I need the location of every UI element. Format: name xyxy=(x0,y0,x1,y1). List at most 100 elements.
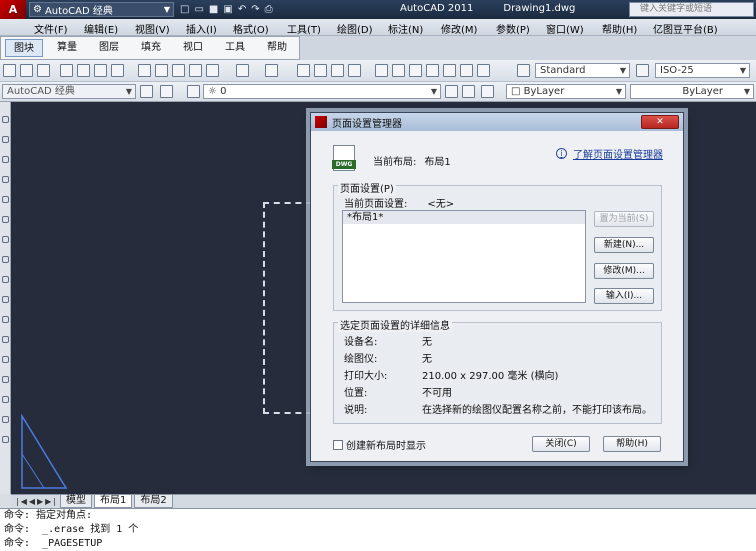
search-input[interactable]: 键入关键字或短语 xyxy=(629,2,754,17)
workspace-settings-icon[interactable] xyxy=(140,85,153,98)
plot-icon[interactable]: ⎙ xyxy=(265,4,273,15)
point-icon[interactable] xyxy=(2,376,9,383)
list-item[interactable]: *布局1* xyxy=(343,211,585,224)
tab-tools[interactable]: 工具 xyxy=(217,39,253,57)
menu-format[interactable]: 格式(O) xyxy=(233,21,269,36)
dim-style-icon[interactable] xyxy=(636,64,649,77)
help-button[interactable]: 帮助(H) xyxy=(603,436,661,452)
set-current-button[interactable]: 置为当前(S) xyxy=(594,211,654,227)
quickcalc-icon[interactable] xyxy=(460,64,473,77)
tab-help[interactable]: 帮助 xyxy=(259,39,295,57)
block-editor-icon[interactable] xyxy=(206,64,219,77)
revision-cloud-icon[interactable] xyxy=(2,256,9,263)
zoom-realtime-icon[interactable] xyxy=(314,64,327,77)
menu-help[interactable]: 帮助(H) xyxy=(602,21,637,36)
show-on-new-layout-checkbox[interactable]: 创建新布局时显示 xyxy=(333,437,426,452)
redo-icon[interactable] xyxy=(265,64,278,77)
menu-platform[interactable]: 亿图豆平台(B) xyxy=(653,21,718,36)
workspace-dropdown[interactable]: AutoCAD 经典 ▼ xyxy=(2,84,136,99)
menu-draw[interactable]: 绘图(D) xyxy=(337,21,373,36)
tab-layers[interactable]: 图层 xyxy=(91,39,127,57)
polyline-icon[interactable] xyxy=(2,156,9,163)
dialog-close-button[interactable]: ✕ xyxy=(641,115,679,129)
menu-insert[interactable]: 插入(I) xyxy=(186,21,217,36)
undo-icon[interactable] xyxy=(236,64,249,77)
tool-palettes-icon[interactable] xyxy=(409,64,422,77)
tab-hatch[interactable]: 填充 xyxy=(133,39,169,57)
menu-dimension[interactable]: 标注(N) xyxy=(388,21,423,36)
undo-icon[interactable]: ↶ xyxy=(238,4,246,15)
open-file-icon[interactable]: ▭ xyxy=(194,4,203,15)
zoom-previous-icon[interactable] xyxy=(348,64,361,77)
make-block-icon[interactable] xyxy=(2,356,9,363)
menu-view[interactable]: 视图(V) xyxy=(135,21,170,36)
import-button[interactable]: 输入(I)... xyxy=(594,288,654,304)
hatch-icon[interactable] xyxy=(2,396,9,403)
properties-icon[interactable] xyxy=(375,64,388,77)
arc-icon[interactable] xyxy=(2,216,9,223)
workspace-select[interactable]: ⚙ AutoCAD 经典 ▼ xyxy=(29,2,174,17)
mtext-icon[interactable] xyxy=(2,436,9,443)
save-icon[interactable]: ■ xyxy=(209,4,218,15)
layer-icon[interactable] xyxy=(187,85,200,98)
tab-quantity[interactable]: 算量 xyxy=(49,39,85,57)
open-icon[interactable] xyxy=(20,64,33,77)
copy-icon[interactable] xyxy=(155,64,168,77)
layer-previous-icon[interactable] xyxy=(462,85,475,98)
3d-dwf-icon[interactable] xyxy=(111,64,124,77)
tab-layout1[interactable]: 布局1 xyxy=(94,495,133,508)
spline-icon[interactable] xyxy=(2,276,9,283)
print-preview-icon[interactable] xyxy=(77,64,90,77)
rectangle-icon[interactable] xyxy=(2,196,9,203)
dim-style-select[interactable]: ISO-25 ▼ xyxy=(655,63,750,78)
layer-states-icon[interactable] xyxy=(481,85,494,98)
save-icon[interactable] xyxy=(37,64,50,77)
menu-edit[interactable]: 编辑(E) xyxy=(84,21,118,36)
markup-icon[interactable] xyxy=(443,64,456,77)
help-link-text[interactable]: 了解页面设置管理器 xyxy=(573,146,663,161)
design-center-icon[interactable] xyxy=(392,64,405,77)
linetype-select[interactable]: ByLayer ▼ xyxy=(630,84,754,99)
text-style-select[interactable]: Standard ▼ xyxy=(535,63,630,78)
redo-icon[interactable]: ↷ xyxy=(251,4,259,15)
cut-icon[interactable] xyxy=(138,64,151,77)
menu-modify[interactable]: 修改(M) xyxy=(441,21,477,36)
pan-icon[interactable] xyxy=(297,64,310,77)
ellipse-icon[interactable] xyxy=(2,296,9,303)
publish-icon[interactable] xyxy=(94,64,107,77)
match-properties-icon[interactable] xyxy=(189,64,202,77)
menu-window[interactable]: 窗口(W) xyxy=(546,21,584,36)
ellipse-arc-icon[interactable] xyxy=(2,316,9,323)
menu-tools[interactable]: 工具(T) xyxy=(287,21,321,36)
circle-icon[interactable] xyxy=(2,236,9,243)
table-icon[interactable] xyxy=(2,416,9,423)
command-line[interactable]: 命令: 指定对角点: 命令: _.erase 找到 1 个 命令: _PAGES… xyxy=(0,508,756,551)
make-current-layer-icon[interactable] xyxy=(445,85,458,98)
polygon-icon[interactable] xyxy=(2,176,9,183)
new-button[interactable]: 新建(N)... xyxy=(594,237,654,253)
paste-icon[interactable] xyxy=(172,64,185,77)
layer-select[interactable]: ☼ 0 ▼ xyxy=(203,84,441,99)
construction-line-icon[interactable] xyxy=(2,136,9,143)
sheet-set-icon[interactable] xyxy=(426,64,439,77)
zoom-window-icon[interactable] xyxy=(331,64,344,77)
tab-layout2[interactable]: 布局2 xyxy=(134,495,173,508)
layer-properties-icon[interactable] xyxy=(160,85,173,98)
print-icon[interactable] xyxy=(60,64,73,77)
help-icon[interactable] xyxy=(477,64,490,77)
text-style-icon[interactable] xyxy=(517,64,530,77)
modify-button[interactable]: 修改(M)... xyxy=(594,263,654,279)
tab-viewport[interactable]: 视口 xyxy=(175,39,211,57)
new-icon[interactable] xyxy=(3,64,16,77)
checkbox-box[interactable] xyxy=(333,439,343,450)
help-link[interactable]: i 了解页面设置管理器 xyxy=(556,146,663,161)
page-setup-list[interactable]: *布局1* xyxy=(342,210,586,303)
insert-block-icon[interactable] xyxy=(2,336,9,343)
close-button[interactable]: 关闭(C) xyxy=(532,436,590,452)
tab-model[interactable]: 模型 xyxy=(60,495,92,508)
layout-nav-arrows-icon[interactable]: |◀◀▶▶| xyxy=(16,497,58,506)
color-select[interactable]: □ ByLayer ▼ xyxy=(506,84,626,99)
line-icon[interactable] xyxy=(2,116,9,123)
menu-parametric[interactable]: 参数(P) xyxy=(496,21,530,36)
autocad-logo-icon[interactable]: A xyxy=(0,0,26,19)
